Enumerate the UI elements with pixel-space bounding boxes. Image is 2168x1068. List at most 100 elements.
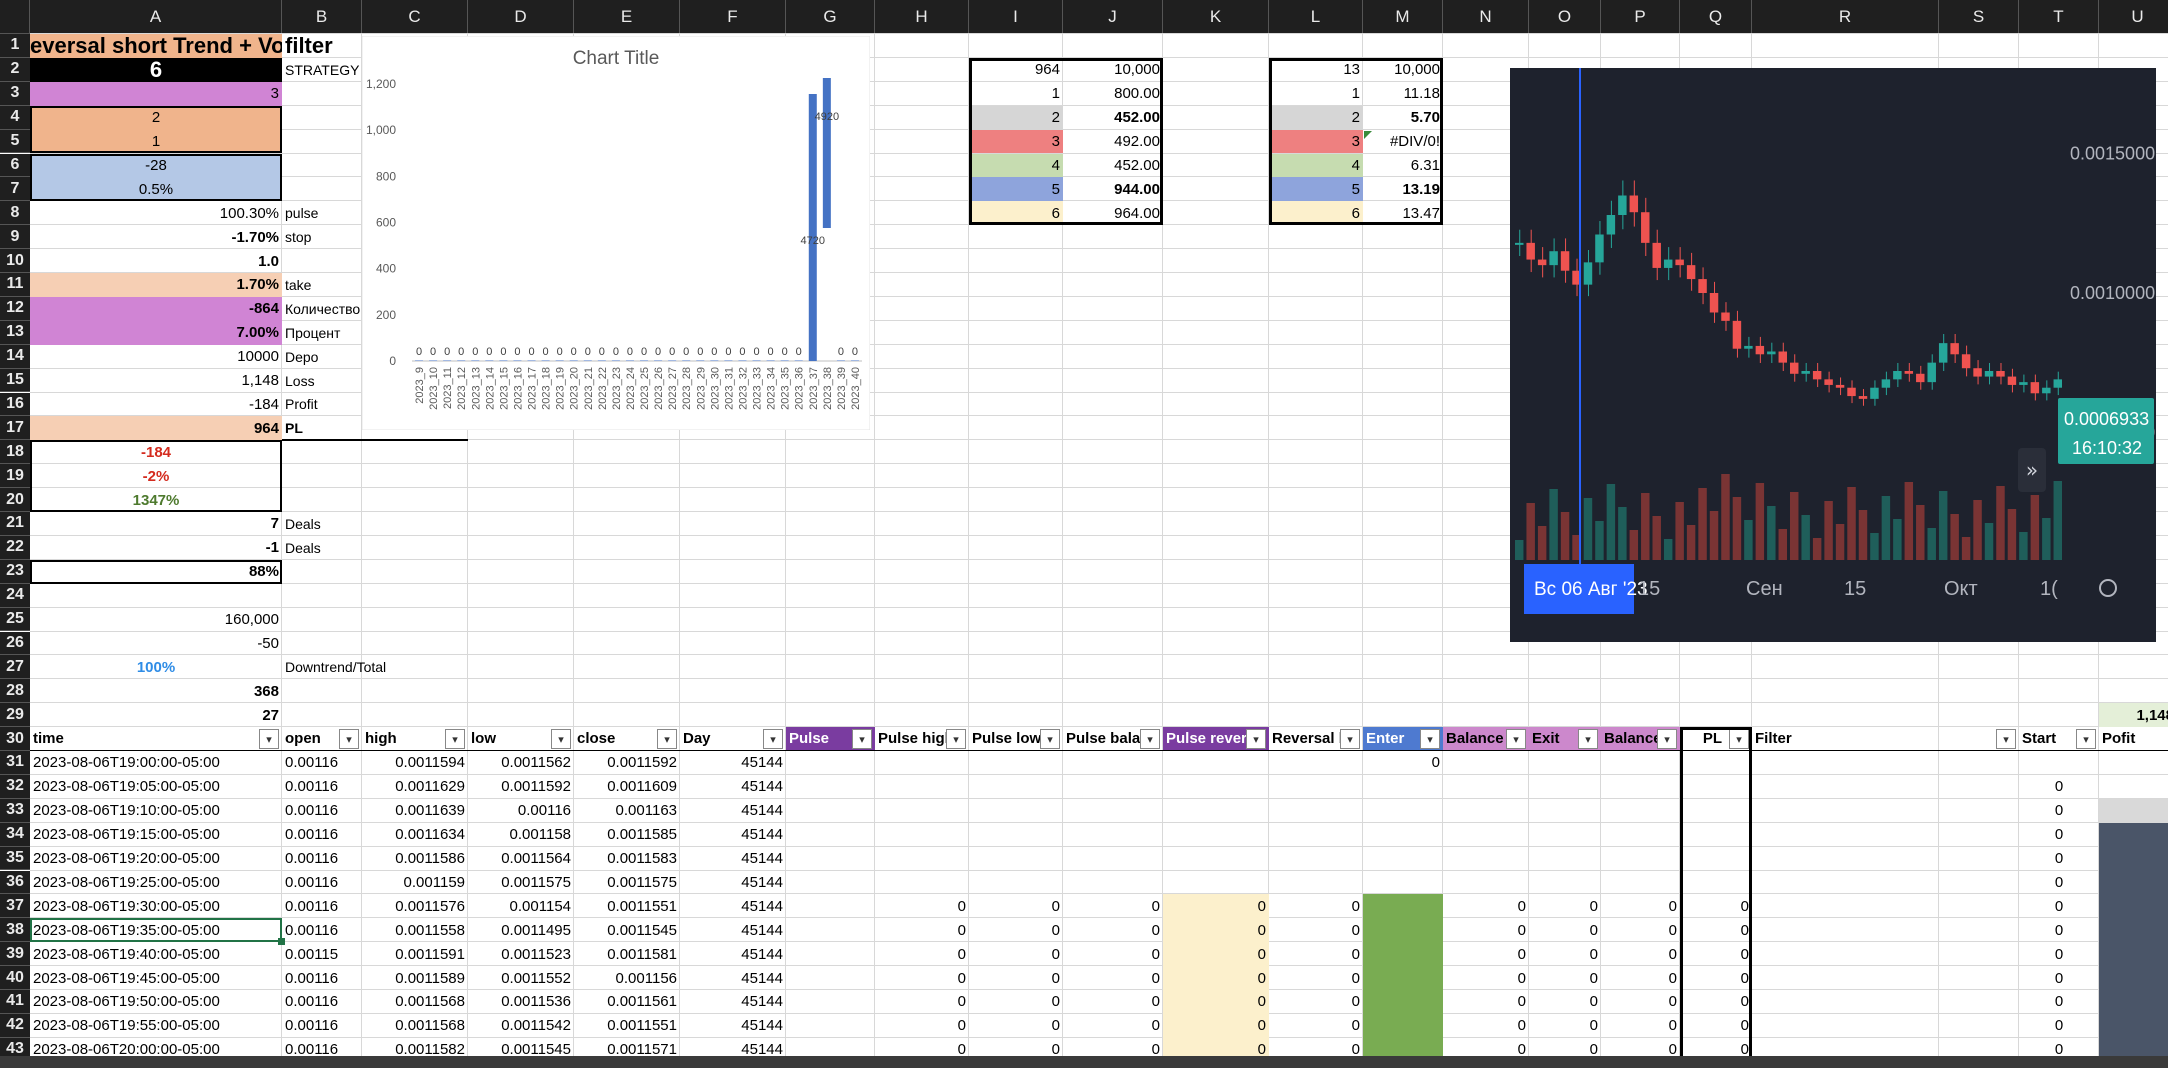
- zero-cell: 0: [1351, 897, 1360, 915]
- column-header-m[interactable]: M: [1363, 0, 1443, 34]
- row-header[interactable]: 35: [0, 846, 30, 871]
- volume-bar: [1801, 515, 1810, 560]
- filter-dropdown-icon[interactable]: ▾: [445, 729, 465, 750]
- filter-dropdown-icon[interactable]: ▾: [339, 729, 359, 750]
- row-header[interactable]: 37: [0, 894, 30, 919]
- low-cell: 0.0011562: [501, 754, 571, 772]
- row-header[interactable]: 13: [0, 320, 30, 345]
- row-header[interactable]: 24: [0, 583, 30, 608]
- row-header[interactable]: 2: [0, 57, 30, 82]
- x-tick-label: 2023_34: [766, 367, 778, 410]
- zero-cell: 0: [1051, 897, 1060, 915]
- row-header[interactable]: 19: [0, 464, 30, 489]
- row-header[interactable]: 34: [0, 822, 30, 847]
- row-header[interactable]: 5: [0, 129, 30, 154]
- filter-dropdown-icon[interactable]: ▾: [1996, 729, 2016, 750]
- filter-dropdown-icon[interactable]: ▾: [1246, 729, 1266, 750]
- row-header[interactable]: 26: [0, 631, 30, 656]
- column-header-e[interactable]: E: [574, 0, 680, 34]
- row-header[interactable]: 10: [0, 249, 30, 273]
- row-header[interactable]: 40: [0, 966, 30, 990]
- filter-dropdown-icon[interactable]: ▾: [1657, 729, 1677, 750]
- row-header[interactable]: 36: [0, 870, 30, 895]
- filter-dropdown-icon[interactable]: ▾: [657, 729, 677, 750]
- candle: [1515, 242, 1524, 245]
- row-header[interactable]: 1: [0, 34, 30, 58]
- filter-dropdown-icon[interactable]: ▾: [946, 729, 966, 750]
- row-header[interactable]: 38: [0, 918, 30, 943]
- row-header[interactable]: 6: [0, 153, 30, 178]
- column-header-p[interactable]: P: [1601, 0, 1680, 34]
- row-header[interactable]: 39: [0, 942, 30, 967]
- column-header-i[interactable]: I: [969, 0, 1063, 34]
- bar: [569, 360, 578, 361]
- row-header[interactable]: 3: [0, 81, 30, 106]
- filter-dropdown-icon[interactable]: ▾: [1420, 729, 1440, 750]
- row-header[interactable]: 32: [0, 774, 30, 799]
- row-header[interactable]: 17: [0, 416, 30, 441]
- filter-dropdown-icon[interactable]: ▾: [763, 729, 783, 750]
- volume-bar: [1663, 539, 1673, 560]
- row-header[interactable]: 30: [0, 727, 30, 751]
- column-header-u[interactable]: U: [2099, 0, 2168, 34]
- candle: [1881, 379, 1891, 388]
- row-header[interactable]: 31: [0, 751, 30, 775]
- column-header-o[interactable]: O: [1529, 0, 1601, 34]
- row-header[interactable]: 28: [0, 679, 30, 704]
- filter-dropdown-icon[interactable]: ▾: [259, 729, 279, 750]
- row-header[interactable]: 20: [0, 488, 30, 512]
- filter-dropdown-icon[interactable]: ▾: [1340, 729, 1360, 750]
- column-header-g[interactable]: G: [786, 0, 875, 34]
- filter-dropdown-icon[interactable]: ▾: [551, 729, 571, 750]
- column-header-l[interactable]: L: [1269, 0, 1363, 34]
- column-header-r[interactable]: R: [1752, 0, 1939, 34]
- data-label: 4720: [801, 235, 825, 247]
- zero-cell: 0: [1589, 921, 1598, 939]
- filter-dropdown-icon[interactable]: ▾: [1578, 729, 1598, 750]
- column-header-n[interactable]: N: [1443, 0, 1529, 34]
- row-header[interactable]: 11: [0, 273, 30, 297]
- row-header[interactable]: 4: [0, 105, 30, 130]
- time-cell: 2023-08-06T19:20:00-05:00: [33, 850, 220, 868]
- candle: [1549, 251, 1558, 266]
- row-header[interactable]: 21: [0, 512, 30, 536]
- row-header[interactable]: 12: [0, 296, 30, 321]
- row-header[interactable]: 42: [0, 1013, 30, 1038]
- selected-cell[interactable]: [30, 918, 282, 943]
- row-header[interactable]: 27: [0, 655, 30, 680]
- column-header-f[interactable]: F: [680, 0, 786, 34]
- column-header-d[interactable]: D: [468, 0, 574, 34]
- filter-dropdown-icon[interactable]: ▾: [852, 729, 872, 750]
- filter-dropdown-icon[interactable]: ▾: [1040, 729, 1060, 750]
- filter-dropdown-icon[interactable]: ▾: [2076, 729, 2096, 750]
- column-header-c[interactable]: C: [362, 0, 468, 34]
- row-header[interactable]: 22: [0, 535, 30, 560]
- select-all-corner[interactable]: [0, 0, 30, 34]
- row-header[interactable]: 14: [0, 344, 30, 369]
- row-header[interactable]: 7: [0, 177, 30, 202]
- column-header-q[interactable]: Q: [1680, 0, 1752, 34]
- close-cell: 0.0011585: [607, 826, 677, 844]
- fill-handle[interactable]: [278, 938, 285, 946]
- column-header-k[interactable]: K: [1163, 0, 1269, 34]
- row-header[interactable]: 8: [0, 201, 30, 226]
- row-header[interactable]: 41: [0, 990, 30, 1014]
- row-header[interactable]: 25: [0, 607, 30, 632]
- label-b2: STRATEGY: [285, 61, 360, 78]
- row-header[interactable]: 9: [0, 225, 30, 250]
- row-header[interactable]: 23: [0, 559, 30, 584]
- row-header[interactable]: 33: [0, 798, 30, 823]
- column-header-s[interactable]: S: [1939, 0, 2019, 34]
- column-header-b[interactable]: B: [282, 0, 362, 34]
- column-header-j[interactable]: J: [1063, 0, 1163, 34]
- row-header[interactable]: 18: [0, 440, 30, 465]
- column-header-h[interactable]: H: [875, 0, 969, 34]
- row-header[interactable]: 16: [0, 392, 30, 417]
- bar-chart[interactable]: Chart Title 0 200 400 600 800 1,000 1,200 0 2023_…: [362, 36, 870, 430]
- filter-dropdown-icon[interactable]: ▾: [1140, 729, 1160, 750]
- column-header-a[interactable]: A: [30, 0, 282, 34]
- filter-dropdown-icon[interactable]: ▾: [1506, 729, 1526, 750]
- column-header-t[interactable]: T: [2019, 0, 2099, 34]
- row-header[interactable]: 15: [0, 368, 30, 393]
- row-header[interactable]: 29: [0, 703, 30, 728]
